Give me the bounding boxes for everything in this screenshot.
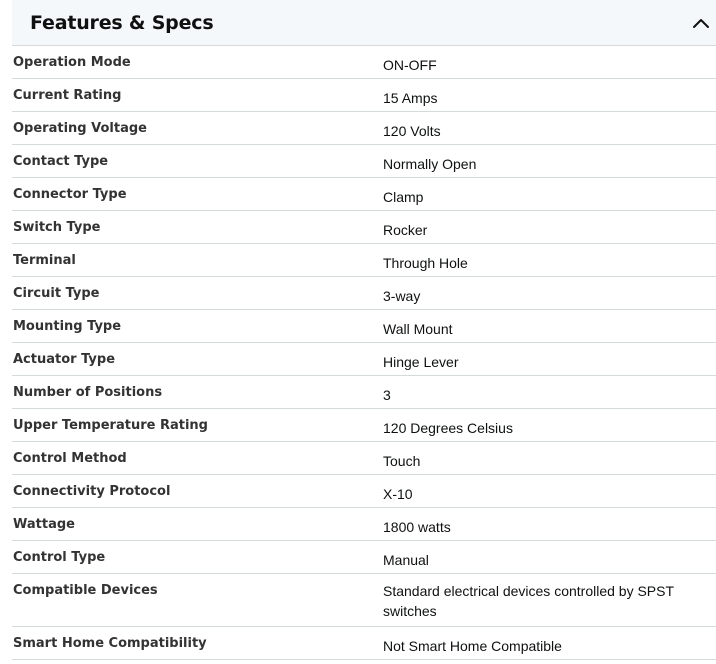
spec-label: Connector Type	[13, 187, 127, 202]
spec-label: Number of Positions	[13, 385, 163, 400]
spec-row-circuit-type: Circuit Type 3-way	[12, 277, 716, 310]
spec-value: Manual	[383, 552, 429, 568]
spec-value: Through Hole	[383, 255, 468, 271]
spec-value: 120 Volts	[383, 123, 441, 139]
spec-row-terminal: Terminal Through Hole	[12, 244, 716, 277]
spec-value: Wall Mount	[383, 321, 453, 337]
spec-row-control-method: Control Method Touch	[12, 442, 716, 475]
spec-value: Normally Open	[383, 156, 477, 172]
section-title: Features & Specs	[30, 11, 214, 34]
spec-label: Compatible Devices	[13, 583, 158, 598]
spec-row-actuator-type: Actuator Type Hinge Lever	[12, 343, 716, 376]
spec-value: X-10	[383, 486, 413, 502]
spec-label: Control Method	[13, 451, 127, 466]
spec-row-contact-type: Contact Type Normally Open	[12, 145, 716, 178]
spec-label: Connectivity Protocol	[13, 484, 171, 499]
spec-label: Control Type	[13, 550, 106, 565]
spec-row-control-type: Control Type Manual	[12, 541, 716, 574]
spec-label: Switch Type	[13, 220, 101, 235]
spec-label: Upper Temperature Rating	[13, 418, 208, 433]
spec-value: Standard electrical devices controlled b…	[383, 583, 674, 619]
spec-value: Rocker	[383, 222, 428, 238]
spec-label: Operating Voltage	[13, 121, 147, 136]
spec-value: Hinge Lever	[383, 354, 459, 370]
spec-value: 1800 watts	[383, 519, 451, 535]
spec-row-mounting-type: Mounting Type Wall Mount	[12, 310, 716, 343]
spec-row-operating-voltage: Operating Voltage 120 Volts	[12, 112, 716, 145]
spec-row-smart-home-compatibility: Smart Home Compatibility Not Smart Home …	[12, 627, 716, 660]
spec-row-wattage: Wattage 1800 watts	[12, 508, 716, 541]
spec-value: 15 Amps	[383, 90, 438, 106]
chevron-up-icon[interactable]	[689, 11, 713, 35]
spec-value: ON-OFF	[383, 57, 437, 73]
spec-label: Operation Mode	[13, 55, 131, 70]
spec-value: 120 Degrees Celsius	[383, 420, 513, 436]
spec-label: Wattage	[13, 517, 75, 532]
spec-row-connectivity-protocol: Connectivity Protocol X-10	[12, 475, 716, 508]
spec-row-switch-type: Switch Type Rocker	[12, 211, 716, 244]
spec-value: 3-way	[383, 288, 421, 304]
spec-value: Clamp	[383, 189, 424, 205]
spec-label: Mounting Type	[13, 319, 122, 334]
spec-label: Terminal	[13, 253, 76, 268]
spec-label: Circuit Type	[13, 286, 100, 301]
spec-row-current-rating: Current Rating 15 Amps	[12, 79, 716, 112]
spec-label: Smart Home Compatibility	[13, 636, 207, 651]
features-specs-section: Features & Specs Operation Mode ON-OFF C…	[12, 0, 716, 660]
spec-value: Touch	[383, 453, 421, 469]
spec-row-upper-temperature-rating: Upper Temperature Rating 120 Degrees Cel…	[12, 409, 716, 442]
spec-label: Actuator Type	[13, 352, 116, 367]
spec-value: 3	[383, 387, 391, 403]
spec-row-operation-mode: Operation Mode ON-OFF	[12, 46, 716, 79]
spec-row-number-of-positions: Number of Positions 3	[12, 376, 716, 409]
spec-label: Current Rating	[13, 88, 122, 103]
specs-table: Operation Mode ON-OFF Current Rating 15 …	[12, 46, 716, 660]
section-header[interactable]: Features & Specs	[12, 0, 716, 46]
spec-label: Contact Type	[13, 154, 109, 169]
spec-row-compatible-devices: Compatible Devices Standard electrical d…	[12, 574, 716, 627]
spec-row-connector-type: Connector Type Clamp	[12, 178, 716, 211]
spec-value: Not Smart Home Compatible	[383, 638, 562, 654]
